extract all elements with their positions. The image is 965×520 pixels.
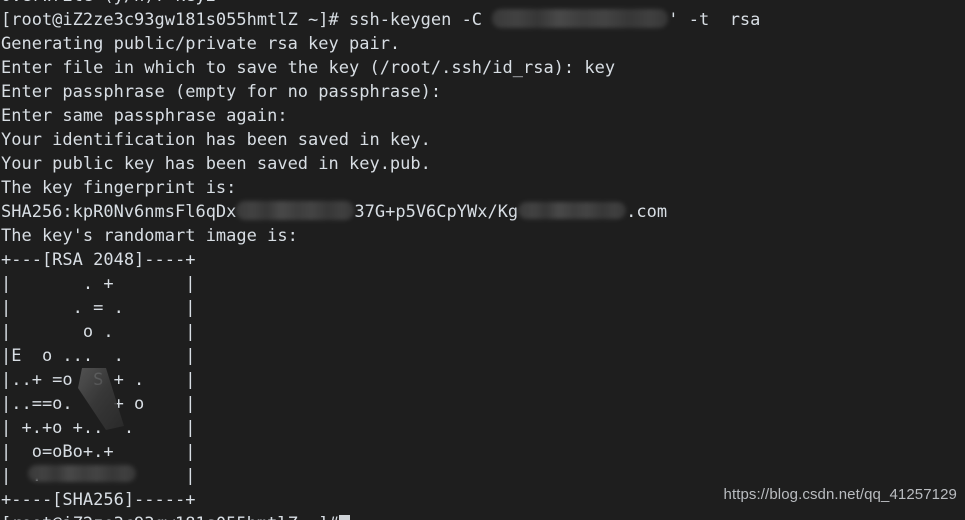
terminal-window[interactable]: overwrite (y/n)? key2 [root@iZ2ze3c93gw1… <box>0 0 965 520</box>
fingerprint-redaction-1 <box>236 201 355 220</box>
randomart-row: |E o ... . | <box>1 346 196 366</box>
fingerprint-middle: 37G+p5V6CpYWx/Kg <box>354 202 519 222</box>
randomart-row: | +.+o +.. . | <box>1 418 196 438</box>
terminal-line-identification-saved: Your identification has been saved in ke… <box>1 130 431 150</box>
terminal-line-public-key-saved: Your public key has been saved in key.pu… <box>1 154 431 174</box>
terminal-line-fingerprint: SHA256:kpR0Nv6nmsFl6qDx 37G+p5V6CpYWx/Kg.… <box>0 200 965 224</box>
blog-url-watermark: https://blog.csdn.net/qq_41257129 <box>723 486 957 503</box>
fingerprint-suffix: .com <box>626 202 668 222</box>
shell-prompt: [root@iZ2ze3c93gw181s055hmtlZ ~]# <box>1 514 339 520</box>
terminal-cursor <box>338 515 350 520</box>
terminal-line-overwrite-prompt: overwrite (y/n)? key2 <box>0 0 965 8</box>
terminal-line-enter-passphrase-again: Enter same passphrase again: <box>1 106 288 126</box>
randomart-row: | . = . | <box>1 298 196 318</box>
terminal-line-final-prompt[interactable]: [root@iZ2ze3c93gw181s055hmtlZ ~]# <box>0 512 965 520</box>
terminal-line-fingerprint-label: The key fingerprint is: <box>1 178 237 198</box>
fingerprint-redaction-2 <box>518 202 627 219</box>
command-tail: ' -t rsa <box>668 10 761 30</box>
randomart-top-border: +---[RSA 2048]----+ <box>1 250 196 270</box>
command-comment-redaction <box>492 9 669 28</box>
terminal-line-randomart-label: The key's randomart image is: <box>1 226 298 246</box>
terminal-line-command: [root@iZ2ze3c93gw181s055hmtlZ ~]# ssh-ke… <box>0 8 965 32</box>
randomart-row: | o . | <box>1 322 196 342</box>
terminal-line-enter-file: Enter file in which to save the key (/ro… <box>1 58 616 78</box>
fingerprint-prefix: SHA256:kpR0Nv6nmsFl6qDx <box>1 202 237 222</box>
randomart-redaction <box>28 464 136 482</box>
randomart-row-redacted: | . | <box>0 464 965 488</box>
randomart-row: |..==o. + o | <box>1 394 196 414</box>
randomart-row: |..+ =o S + . | <box>1 370 196 390</box>
terminal-screen: overwrite (y/n)? key2 [root@iZ2ze3c93gw1… <box>0 0 965 520</box>
randomart-row: | . + | <box>1 274 196 294</box>
terminal-line-generating: Generating public/private rsa key pair. <box>1 34 401 54</box>
terminal-line-enter-passphrase: Enter passphrase (empty for no passphras… <box>1 82 442 102</box>
randomart-row: | o=oBo+.+ | <box>1 442 196 462</box>
shell-prompt-and-command: [root@iZ2ze3c93gw181s055hmtlZ ~]# ssh-ke… <box>1 10 493 30</box>
randomart-redaction-wrap <box>28 462 136 486</box>
